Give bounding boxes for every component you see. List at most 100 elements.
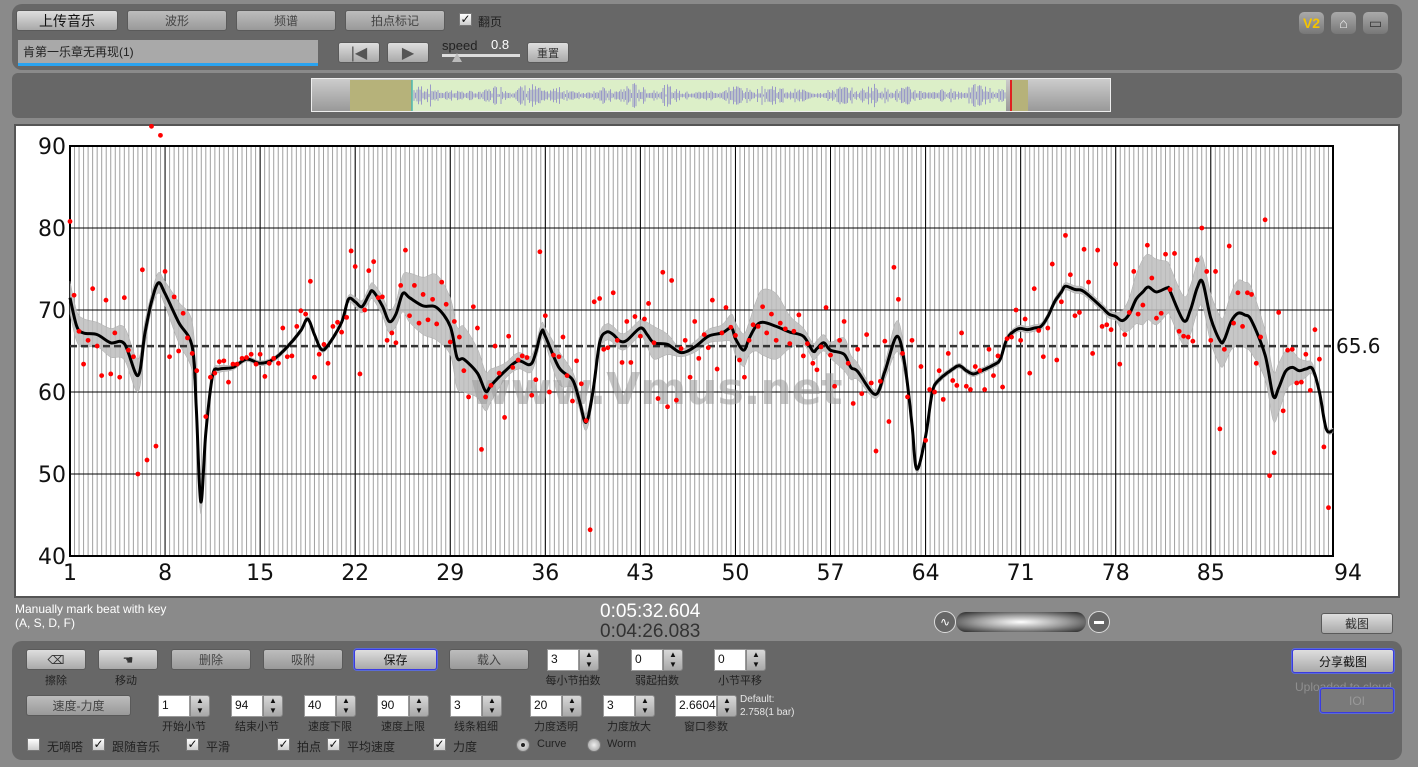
beat-point (556, 354, 562, 360)
beat-mark-button[interactable]: 拍点标记 (345, 10, 445, 31)
label-follow-music: 跟随音乐 (112, 740, 161, 754)
speed-label: speed (442, 38, 478, 53)
beats-per-bar-spinner[interactable]: 3 ▲ ▼ (547, 649, 599, 671)
spinner-arrows-icon[interactable]: ▲ ▼ (663, 649, 683, 671)
checkbox-no-tick[interactable] (27, 738, 40, 751)
spinner-arrows-icon[interactable]: ▲ ▼ (635, 695, 655, 717)
beat-point (1204, 269, 1210, 274)
beat-point (1099, 324, 1105, 329)
tempo-chart[interactable]: www.Vmus.net 65.6 40 50 60 70 80 90 1 8 15 22 29 36 43… (14, 124, 1400, 598)
spinner-arrows-icon[interactable]: ▲ ▼ (263, 695, 283, 717)
v2-icon[interactable]: V2 (1299, 12, 1324, 34)
waveform-overview[interactable] (350, 80, 1028, 111)
bar-offset-input[interactable]: 0 (714, 649, 746, 671)
checkbox-follow-music[interactable]: ✓ (92, 738, 105, 751)
checkbox-beats[interactable]: ✓ (277, 738, 290, 751)
play-icon: ▶ (401, 44, 415, 62)
beat-point (1249, 292, 1254, 297)
beat-point (551, 352, 556, 358)
beat-point (932, 389, 937, 395)
fullscreen-icon[interactable]: ▭ (1363, 12, 1388, 34)
beat-point (1113, 261, 1119, 267)
window-param-spinner[interactable]: 2.6604 ▲ ▼ (675, 695, 737, 717)
beat-point (1271, 450, 1277, 456)
reset-button[interactable]: 重置 (527, 42, 569, 63)
line-width-spinner[interactable]: 3 ▲ ▼ (450, 695, 502, 717)
beat-point (560, 334, 566, 340)
dyn-scale-spinner[interactable]: 3 ▲ ▼ (603, 695, 655, 717)
beat-point (216, 359, 222, 365)
mix-slider[interactable] (956, 612, 1086, 632)
x-tick-label: 29 (436, 561, 464, 586)
share-screenshot-button[interactable]: 分享截图 (1292, 649, 1394, 673)
play-button[interactable]: ▶ (387, 42, 429, 63)
spinner-arrows-icon[interactable]: ▲ ▼ (562, 695, 582, 717)
end-bar-spinner[interactable]: 94 ▲ ▼ (231, 695, 283, 717)
tempo-dynamics-button[interactable]: 速度-力度 (26, 695, 131, 716)
spinner-arrows-icon[interactable]: ▲ ▼ (482, 695, 502, 717)
end-bar-input[interactable]: 94 (231, 695, 263, 717)
delete-button[interactable]: 删除 (171, 649, 251, 670)
dyn-scale-input[interactable]: 3 (603, 695, 635, 717)
beat-point (886, 419, 892, 424)
window-param-input[interactable]: 2.6604 (675, 695, 717, 717)
erase-button[interactable]: ⌫ (26, 649, 86, 670)
screenshot-button[interactable]: 截图 (1321, 613, 1393, 634)
home-icon[interactable]: ⌂ (1331, 12, 1356, 34)
spinner-arrows-icon[interactable]: ▲ ▼ (746, 649, 766, 671)
page-turn-checkbox[interactable]: ✓ (459, 13, 472, 26)
spinner-arrows-icon[interactable]: ▲ ▼ (336, 695, 356, 717)
tempo-min-input[interactable]: 40 (304, 695, 336, 717)
radio-worm[interactable] (587, 738, 601, 752)
beat-point (705, 345, 711, 351)
spinner-arrows-icon[interactable]: ▲ ▼ (579, 649, 599, 671)
track-title-input[interactable]: 肯第一乐章无再现(1) (18, 40, 318, 66)
radio-curve[interactable] (516, 738, 530, 752)
beat-point (923, 437, 928, 443)
upload-music-button[interactable]: 上传音乐 (16, 10, 118, 31)
tempo-max-spinner[interactable]: 90 ▲ ▼ (377, 695, 429, 717)
speed-value: 0.8 (491, 37, 510, 52)
pickup-beats-input[interactable]: 0 (631, 649, 663, 671)
beats-per-bar-input[interactable]: 3 (547, 649, 579, 671)
line-width-input[interactable]: 3 (450, 695, 482, 717)
checkbox-mean-tempo[interactable]: ✓ (327, 738, 340, 751)
label-dynamics: 力度 (453, 740, 478, 754)
beat-point (389, 330, 395, 336)
beat-point (1185, 334, 1191, 340)
label-beats: 拍点 (297, 740, 322, 754)
beat-point (1009, 334, 1014, 340)
beat-point (769, 311, 774, 317)
beat-point (542, 313, 548, 319)
checkbox-smooth[interactable]: ✓ (186, 738, 199, 751)
spectrum-button[interactable]: 频谱 (236, 10, 336, 31)
bar-offset-spinner[interactable]: 0 ▲ ▼ (714, 649, 766, 671)
spinner-arrows-icon[interactable]: ▲ ▼ (717, 695, 737, 717)
beat-point (814, 367, 820, 373)
spinner-arrows-icon[interactable]: ▲ ▼ (190, 695, 210, 717)
speed-slider-thumb[interactable] (452, 53, 462, 62)
tempo-min-spinner[interactable]: 40 ▲ ▼ (304, 695, 356, 717)
move-button[interactable]: ☚ (98, 649, 158, 670)
window-param-label: 窗口参数 (684, 721, 728, 733)
beat-point (203, 414, 209, 419)
waveform-button[interactable]: 波形 (127, 10, 227, 31)
load-button[interactable]: 载入 (449, 649, 529, 670)
beat-point (1126, 310, 1132, 315)
beat-point (959, 330, 964, 336)
pickup-beats-spinner[interactable]: 0 ▲ ▼ (631, 649, 683, 671)
save-button[interactable]: 保存 (354, 649, 437, 670)
beat-point (760, 304, 766, 310)
start-bar-input[interactable]: 1 (158, 695, 190, 717)
beat-point (850, 401, 856, 406)
rewind-button[interactable]: |◀ (338, 42, 380, 63)
tempo-max-input[interactable]: 90 (377, 695, 409, 717)
dyn-opacity-spinner[interactable]: 20 ▲ ▼ (530, 695, 582, 717)
spinner-arrows-icon[interactable]: ▲ ▼ (409, 695, 429, 717)
dyn-opacity-input[interactable]: 20 (530, 695, 562, 717)
ioi-button[interactable]: IOI (1320, 688, 1394, 713)
snap-button[interactable]: 吸附 (263, 649, 343, 670)
beat-point (515, 357, 521, 363)
checkbox-dynamics[interactable]: ✓ (433, 738, 446, 751)
start-bar-spinner[interactable]: 1 ▲ ▼ (158, 695, 210, 717)
